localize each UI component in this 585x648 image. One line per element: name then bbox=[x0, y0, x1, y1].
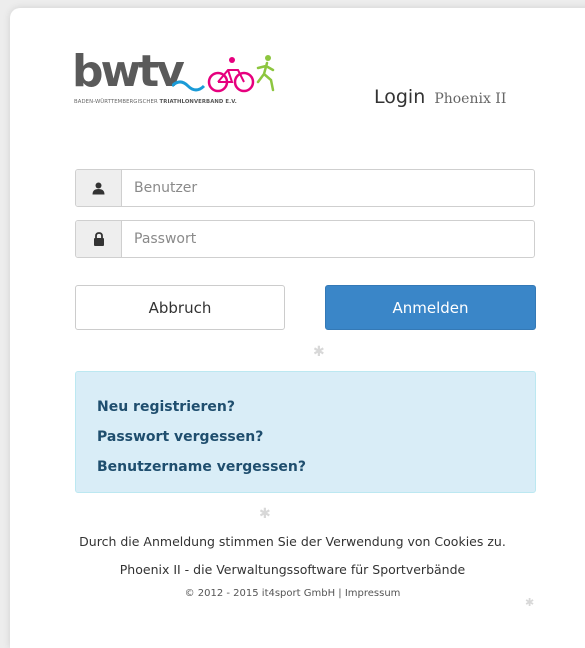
page-title-sub: Phoenix II bbox=[434, 91, 507, 107]
username-field-group bbox=[75, 169, 535, 207]
cookie-notice: Durch die Anmeldung stimmen Sie der Verw… bbox=[79, 534, 506, 549]
lock-icon bbox=[76, 221, 122, 257]
help-links-panel: Neu registrieren? Passwort vergessen? Be… bbox=[75, 371, 536, 493]
page-title: Login Phoenix II bbox=[374, 86, 506, 108]
password-field-group bbox=[75, 220, 535, 258]
logo-subtitle-bold: TRIATHLONVERBAND E.V. bbox=[159, 99, 237, 105]
logo-subtitle: BADEN-WÜRTTEMBERGISCHER TRIATHLONVERBAND… bbox=[74, 99, 237, 105]
triathlon-logo-icon bbox=[172, 55, 275, 93]
register-link[interactable]: Neu registrieren? bbox=[97, 392, 535, 422]
user-icon bbox=[76, 170, 122, 206]
username-input[interactable] bbox=[122, 170, 534, 206]
page-title-main: Login bbox=[374, 86, 426, 108]
forgot-username-link[interactable]: Benutzername vergessen? bbox=[97, 452, 535, 482]
footer-tagline: Phoenix II - die Verwaltungssoftware für… bbox=[119, 562, 466, 577]
bwtv-logo: bwtv BADEN-WÜRTTEMBERGISCHER TRIATHLONVE… bbox=[72, 50, 282, 118]
cancel-button[interactable]: Abbruch bbox=[75, 285, 285, 330]
password-input[interactable] bbox=[122, 221, 534, 257]
sparkle-decoration: ✱ bbox=[259, 506, 271, 522]
logo-wordmark: bwtv bbox=[72, 46, 185, 97]
impressum-link[interactable]: Impressum bbox=[345, 588, 401, 599]
copyright-text: © 2012 - 2015 it4sport GmbH bbox=[184, 588, 336, 599]
footer-copyright-line: © 2012 - 2015 it4sport GmbH | Impressum bbox=[10, 588, 575, 599]
login-button[interactable]: Anmelden bbox=[325, 285, 536, 330]
forgot-password-link[interactable]: Passwort vergessen? bbox=[97, 422, 535, 452]
logo-subtitle-plain: BADEN-WÜRTTEMBERGISCHER bbox=[74, 99, 158, 105]
footer-separator: | bbox=[338, 588, 342, 599]
sparkle-decoration: ✱ bbox=[313, 344, 325, 360]
login-card: bwtv BADEN-WÜRTTEMBERGISCHER TRIATHLONVE… bbox=[10, 8, 585, 648]
sparkle-decoration: ✱ bbox=[525, 596, 535, 609]
